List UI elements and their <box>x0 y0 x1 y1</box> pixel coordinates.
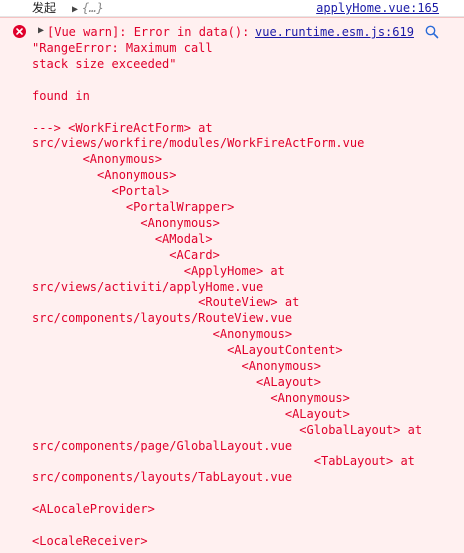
error-line: <ALayoutContent> <box>32 343 343 358</box>
object-preview[interactable]: {…} <box>82 1 104 15</box>
error-line: <TabLayout> at <box>32 454 415 469</box>
error-line: src/views/workfire/modules/WorkFireActFo… <box>32 136 365 151</box>
error-line: src/components/layouts/TabLayout.vue <box>32 470 293 485</box>
error-line: <ACard> <box>32 247 220 262</box>
error-line: <AModal> <box>32 231 213 246</box>
error-line: <LocaleReceiver> <box>32 533 148 548</box>
console-log-row: 发起 ▶ {…} applyHome.vue:165 <box>0 0 464 17</box>
error-line: <RouteView> at <box>32 295 300 310</box>
error-line: stack size exceeded" <box>32 56 177 71</box>
log-text: 发起 <box>32 1 57 15</box>
error-line: <PortalWrapper> <box>32 200 235 214</box>
error-line: <ALocaleProvider> <box>32 502 155 517</box>
error-line: <ApplyHome> at <box>32 263 285 278</box>
log-message: 发起 ▶ {…} <box>32 0 104 16</box>
expand-triangle-icon[interactable]: ▶ <box>72 4 78 15</box>
error-line: <Portal> <box>32 184 170 199</box>
error-line: <GlobalLayout> at <box>32 422 423 437</box>
error-circle-icon <box>13 25 26 38</box>
error-line: <Anonymous> <box>32 215 220 230</box>
error-line: "RangeError: Maximum call <box>32 41 213 55</box>
error-line: src/components/page/GlobalLayout.vue <box>32 438 293 453</box>
error-line: <Anonymous> <box>32 168 177 183</box>
error-line: <Anonymous> <box>32 390 350 405</box>
search-icon[interactable] <box>424 24 440 40</box>
error-line: src/views/activiti/applyHome.vue <box>32 279 264 294</box>
expand-triangle-icon[interactable]: ▶ <box>38 25 44 36</box>
error-line: found in <box>32 88 90 103</box>
error-heading: [Vue warn]: Error in data(): <box>47 25 250 39</box>
console-error-message: ▶ [Vue warn]: Error in data(): vue.runti… <box>0 17 464 553</box>
error-line: src/components/layouts/RouteView.vue <box>32 311 293 326</box>
error-line: ---> <WorkFireActForm> at <box>32 120 213 135</box>
error-line: <ALayout> <box>32 406 350 421</box>
error-line: <ALayout> <box>32 374 321 389</box>
source-link[interactable]: applyHome.vue:165 <box>316 0 439 16</box>
error-line: <Anonymous> <box>32 152 163 167</box>
error-source-link[interactable]: vue.runtime.esm.js:619 <box>255 24 414 40</box>
error-line: <Anonymous> <box>32 327 293 342</box>
error-line: <Anonymous> <box>32 359 321 373</box>
